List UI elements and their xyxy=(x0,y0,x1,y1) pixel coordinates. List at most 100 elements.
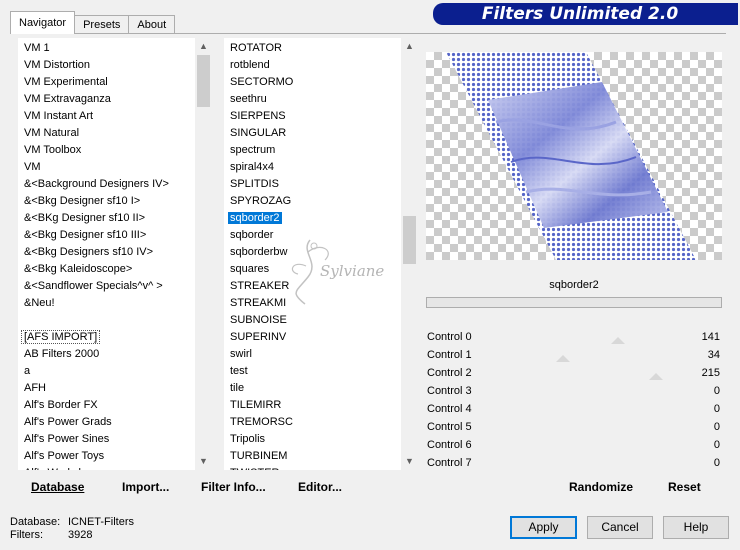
list-item[interactable]: SINGULAR xyxy=(224,125,418,142)
control-track[interactable] xyxy=(546,404,676,416)
list-item[interactable]: VM Distortion xyxy=(18,57,212,74)
list-item[interactable]: &<Bkg Designer sf10 III> xyxy=(18,227,212,244)
control-slider-row[interactable]: Control 5 0 xyxy=(426,418,722,436)
control-slider-row[interactable]: Control 1 34 xyxy=(426,346,722,364)
help-button[interactable]: Help xyxy=(663,516,729,539)
control-slider-row[interactable]: Control 0 141 xyxy=(426,328,722,346)
control-track[interactable] xyxy=(546,422,676,434)
list-item[interactable]: &<Bkg Designers sf10 IV> xyxy=(18,244,212,261)
list-item[interactable]: swirl xyxy=(224,346,418,363)
list-item[interactable]: AFH xyxy=(18,380,212,397)
scroll-thumb[interactable] xyxy=(403,216,416,264)
control-slider-row[interactable]: Control 7 0 xyxy=(426,454,722,472)
list-item[interactable]: TILEMIRR xyxy=(224,397,418,414)
list-item[interactable]: &<Sandflower Specials^v^ > xyxy=(18,278,212,295)
reset-button[interactable]: Reset xyxy=(668,480,701,494)
watermark-text: Sylviane xyxy=(320,262,385,280)
cancel-button[interactable]: Cancel xyxy=(587,516,653,539)
list-item[interactable]: Alf's Power Grads xyxy=(18,414,212,431)
list-item-label: &<Bkg Designer sf10 III> xyxy=(24,229,147,241)
list-item-label: VM Natural xyxy=(24,127,80,139)
editor-button[interactable]: Editor... xyxy=(298,480,342,494)
category-items: VM 1 VM Distortion VM Experimental VM Extra… xyxy=(18,40,212,470)
list-item[interactable]: a xyxy=(18,363,212,380)
import-button[interactable]: Import... xyxy=(122,480,169,494)
scroll-up-icon[interactable]: ▲ xyxy=(195,38,212,55)
list-item[interactable]: VM Extravaganza xyxy=(18,91,212,108)
list-item-label: TREMORSC xyxy=(230,416,293,428)
filter-scrollbar[interactable]: ▲ ▼ xyxy=(401,38,418,470)
control-track[interactable] xyxy=(546,458,676,470)
list-item[interactable]: [AFS IMPORT] xyxy=(18,329,212,346)
list-item[interactable]: TREMORSC xyxy=(224,414,418,431)
list-item[interactable]: &<Background Designers IV> xyxy=(18,176,212,193)
category-scrollbar[interactable]: ▲ ▼ xyxy=(195,38,212,470)
list-item[interactable]: TURBINEM xyxy=(224,448,418,465)
list-item-label: VM Distortion xyxy=(24,59,91,71)
list-item[interactable]: &Neu! xyxy=(18,295,212,312)
list-item[interactable]: &<BKg Designer sf10 II> xyxy=(18,210,212,227)
list-item[interactable]: Alf's Power Sines xyxy=(18,431,212,448)
list-item-label: TILEMIRR xyxy=(230,399,282,411)
category-list[interactable]: VM 1 VM Distortion VM Experimental VM Extra… xyxy=(18,38,212,470)
control-track[interactable] xyxy=(546,440,676,452)
list-item[interactable]: spiral4x4 xyxy=(224,159,418,176)
scroll-thumb[interactable] xyxy=(197,55,210,107)
list-item[interactable]: Alf's Border FX xyxy=(18,397,212,414)
control-label: Control 1 xyxy=(427,349,472,361)
control-label: Control 4 xyxy=(427,403,472,415)
list-item[interactable]: SPLITDIS xyxy=(224,176,418,193)
list-item[interactable]: SPYROZAG xyxy=(224,193,418,210)
list-item[interactable]: TWISTER... xyxy=(224,465,418,470)
list-item[interactable]: SIERPENS xyxy=(224,108,418,125)
list-item[interactable]: VM Toolbox xyxy=(18,142,212,159)
tab-about[interactable]: About xyxy=(128,15,176,34)
list-item-label: SIERPENS xyxy=(230,110,286,122)
list-item[interactable] xyxy=(18,312,212,329)
list-item[interactable]: SUPERINV xyxy=(224,329,418,346)
tab-navigator[interactable]: Navigator xyxy=(10,11,76,34)
randomize-button[interactable]: Randomize xyxy=(569,480,633,494)
list-item[interactable]: SUBNOISE xyxy=(224,312,418,329)
list-item-label: &<Bkg Designers sf10 IV> xyxy=(24,246,154,258)
control-slider-row[interactable]: Control 3 0 xyxy=(426,382,722,400)
control-slider-row[interactable]: Control 4 0 xyxy=(426,400,722,418)
control-track[interactable] xyxy=(546,332,676,344)
tab-presets[interactable]: Presets xyxy=(74,15,130,34)
control-track[interactable] xyxy=(546,350,676,362)
slider-thumb-icon[interactable] xyxy=(556,355,571,362)
list-item[interactable]: Tripolis xyxy=(224,431,418,448)
list-item[interactable]: SECTORMO xyxy=(224,74,418,91)
scroll-up-icon[interactable]: ▲ xyxy=(401,38,418,55)
list-item[interactable]: AB Filters 2000 xyxy=(18,346,212,363)
list-item[interactable]: VM Instant Art xyxy=(18,108,212,125)
list-item[interactable]: spectrum xyxy=(224,142,418,159)
filter-info-button[interactable]: Filter Info... xyxy=(201,480,266,494)
database-button[interactable]: Database xyxy=(31,480,84,494)
control-slider-row[interactable]: Control 2 215 xyxy=(426,364,722,382)
list-item[interactable]: seethru xyxy=(224,91,418,108)
list-item[interactable]: sqborder2 xyxy=(224,210,418,227)
control-track[interactable] xyxy=(546,368,676,380)
list-item[interactable]: &<Bkg Kaleidoscope> xyxy=(18,261,212,278)
apply-button[interactable]: Apply xyxy=(510,516,577,539)
list-item[interactable]: Alf's Power Toys xyxy=(18,448,212,465)
control-slider-row[interactable]: Control 6 0 xyxy=(426,436,722,454)
list-item[interactable]: test xyxy=(224,363,418,380)
list-item[interactable]: VM Experimental xyxy=(18,74,212,91)
list-item[interactable]: VM 1 xyxy=(18,40,212,57)
list-item[interactable]: VM xyxy=(18,159,212,176)
list-item-label: AB Filters 2000 xyxy=(24,348,100,360)
list-item[interactable]: VM Natural xyxy=(18,125,212,142)
control-track[interactable] xyxy=(546,386,676,398)
list-item[interactable]: tile xyxy=(224,380,418,397)
slider-thumb-icon[interactable] xyxy=(610,337,625,344)
scroll-down-icon[interactable]: ▼ xyxy=(195,453,212,470)
tab-strip: Navigator Presets About xyxy=(10,11,176,34)
list-item[interactable]: rotblend xyxy=(224,57,418,74)
slider-thumb-icon[interactable] xyxy=(648,373,663,380)
list-item[interactable]: Alf's Worksho... xyxy=(18,465,212,470)
list-item[interactable]: ROTATOR xyxy=(224,40,418,57)
scroll-down-icon[interactable]: ▼ xyxy=(401,453,418,470)
list-item[interactable]: &<Bkg Designer sf10 I> xyxy=(18,193,212,210)
